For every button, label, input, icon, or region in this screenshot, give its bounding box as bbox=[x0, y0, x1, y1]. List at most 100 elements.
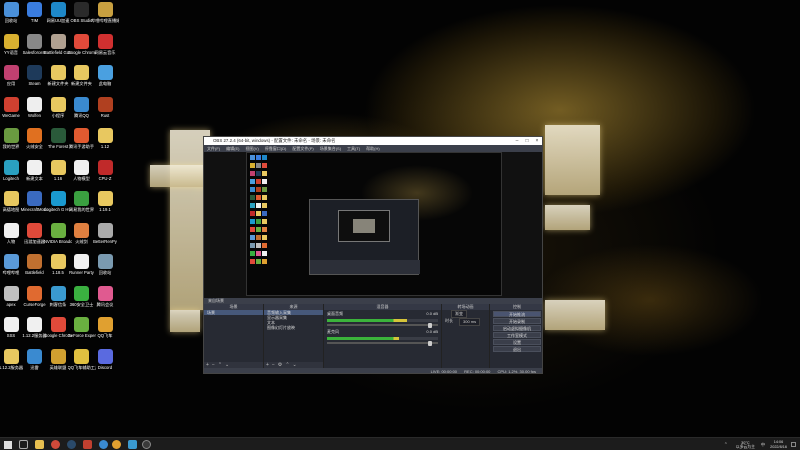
source-item[interactable]: 图像幻灯片放映 bbox=[264, 325, 323, 330]
desktop-icon[interactable]: 腾讯会议 bbox=[91, 285, 119, 307]
app-icon bbox=[3, 128, 19, 143]
app-icon bbox=[50, 254, 66, 269]
start-recording-button[interactable]: 开始录制 bbox=[493, 318, 541, 324]
obs-titlebar[interactable]: OBS 27.2.4 (64-bit, windows) - 配置文件: 未命名… bbox=[204, 137, 542, 145]
app-icon bbox=[27, 285, 42, 301]
nested-obs-preview bbox=[309, 199, 420, 275]
browser-icon[interactable] bbox=[128, 440, 137, 449]
preview-canvas[interactable] bbox=[246, 152, 502, 296]
desktop-icon[interactable]: 哔哩哔哩直播姬 bbox=[91, 2, 119, 23]
app-icon bbox=[50, 191, 66, 206]
desktop-icon-label: 1.19.1 bbox=[99, 207, 111, 212]
desktop-icon[interactable]: 回收站 bbox=[91, 254, 119, 275]
maximize-icon[interactable]: □ bbox=[522, 137, 532, 145]
app-icon bbox=[27, 96, 42, 112]
app-icon bbox=[97, 222, 113, 238]
volume-slider-knob[interactable] bbox=[428, 322, 433, 328]
desktop-icon-label: 回收站 bbox=[98, 270, 112, 275]
weather-widget[interactable]: 30°C 以多云为主 bbox=[736, 441, 755, 449]
volume-slider-knob[interactable] bbox=[428, 340, 433, 346]
menu-view[interactable]: 视图(V) bbox=[245, 145, 258, 152]
desktop-icon[interactable]: 1.19.1 bbox=[91, 191, 119, 212]
desktop-icon[interactable]: CPU-Z bbox=[91, 159, 119, 181]
app-icon bbox=[27, 33, 42, 49]
close-icon[interactable]: × bbox=[532, 137, 542, 145]
obs-taskbar-icon[interactable] bbox=[142, 440, 151, 449]
menu-file[interactable]: 文件(F) bbox=[207, 145, 220, 152]
exit-button[interactable]: 退出 bbox=[493, 346, 541, 352]
app-icon bbox=[97, 2, 113, 17]
menu-edit[interactable]: 编辑(E) bbox=[226, 145, 239, 152]
live-timer: LIVE: 00:00:00 bbox=[430, 369, 458, 374]
studio-mode-button[interactable]: 工作室模式 bbox=[493, 332, 541, 338]
clock-date: 2022/8/16 bbox=[770, 444, 787, 449]
wallpaper-glyph bbox=[545, 300, 605, 330]
volume-slider[interactable] bbox=[327, 340, 438, 346]
start-icon[interactable] bbox=[4, 440, 12, 449]
app-icon bbox=[27, 65, 42, 80]
desktop-icon[interactable]: Rust bbox=[91, 96, 119, 118]
desktop-icon[interactable]: 此电脑 bbox=[91, 65, 119, 86]
minimize-icon[interactable]: – bbox=[512, 137, 522, 145]
obs-window[interactable]: OBS 27.2.4 (64-bit, windows) - 配置文件: 未命名… bbox=[203, 136, 543, 374]
controls-dock: 控制 开始推流 开始录制 启动虚拟摄像机 工作室模式 设置 退出 bbox=[490, 304, 542, 368]
app-icon bbox=[74, 128, 89, 143]
desktop-icon-label: BetterRenPy bbox=[93, 238, 117, 244]
wegame-icon[interactable] bbox=[83, 440, 92, 449]
app-icon bbox=[74, 285, 89, 301]
menu-tools[interactable]: 工具(T) bbox=[347, 145, 360, 152]
ime-indicator[interactable]: 中 bbox=[761, 442, 765, 448]
desktop-icon-label: CPU-Z bbox=[98, 175, 112, 181]
qq-icon[interactable] bbox=[99, 440, 108, 449]
desktop-icon[interactable]: QQ飞车 bbox=[91, 317, 119, 338]
app-icon bbox=[74, 348, 89, 364]
desktop-icon[interactable]: Discord bbox=[91, 348, 119, 370]
app-icon bbox=[50, 222, 66, 238]
chrome-icon[interactable] bbox=[112, 440, 121, 449]
menu-profile[interactable]: 配置文件(P) bbox=[292, 145, 313, 152]
volume-meter bbox=[327, 319, 438, 322]
app-icon bbox=[97, 285, 113, 301]
volume-slider[interactable] bbox=[327, 322, 438, 328]
app-icon bbox=[50, 2, 66, 17]
app-icon bbox=[97, 96, 113, 112]
desktop-icon[interactable]: 1.12 bbox=[91, 128, 119, 149]
app-icon bbox=[74, 222, 89, 238]
app-icon bbox=[3, 33, 19, 49]
desktop-icon[interactable]: 网易云音乐 bbox=[91, 33, 119, 55]
task-view-icon[interactable] bbox=[19, 440, 28, 449]
duration-input[interactable]: 300 ms bbox=[459, 318, 481, 326]
menu-help[interactable]: 帮助(H) bbox=[366, 145, 380, 152]
transition-type-select[interactable]: 渐变 bbox=[451, 310, 467, 318]
app-icon bbox=[50, 128, 66, 143]
menu-docks[interactable]: 停靠窗口(D) bbox=[265, 145, 287, 152]
start-virtual-camera-button[interactable]: 启动虚拟摄像机 bbox=[493, 325, 541, 331]
menu-scene-collection[interactable]: 场景集合(S) bbox=[320, 145, 341, 152]
transitions-dock: 转场动画 渐变 时长 300 ms bbox=[442, 304, 490, 368]
desktop-icon[interactable]: BetterRenPy bbox=[91, 222, 119, 244]
app-icon bbox=[50, 65, 66, 80]
taskbar: ⌃ 30°C 以多云为主 中 14:06 2022/8/16 bbox=[0, 437, 800, 450]
app-icon bbox=[3, 254, 19, 269]
mixer-channel: 麦克风 0.0 dB bbox=[324, 328, 441, 346]
tray-overflow-icon[interactable]: ⌃ bbox=[724, 442, 728, 448]
app-icon bbox=[50, 348, 66, 364]
obs-preview[interactable] bbox=[204, 152, 542, 304]
current-scene-label: 来自场景 bbox=[208, 298, 224, 303]
weather-desc: 以多云为主 bbox=[735, 444, 755, 449]
clock[interactable]: 14:06 2022/8/16 bbox=[770, 440, 787, 449]
scene-item[interactable]: 场景 bbox=[204, 310, 263, 315]
app-icon bbox=[97, 317, 113, 332]
steam-icon[interactable] bbox=[67, 440, 76, 449]
chrome-icon[interactable] bbox=[51, 440, 60, 449]
obs-title: OBS 27.2.4 (64-bit, windows) - 配置文件: 未命名… bbox=[213, 138, 336, 143]
mirrored-desktop-icons bbox=[250, 155, 272, 267]
settings-button[interactable]: 设置 bbox=[493, 339, 541, 345]
file-explorer-icon[interactable] bbox=[35, 440, 44, 449]
wallpaper-glyph bbox=[170, 310, 200, 332]
obs-menubar: 文件(F) 编辑(E) 视图(V) 停靠窗口(D) 配置文件(P) 场景集合(S… bbox=[204, 145, 542, 152]
start-streaming-button[interactable]: 开始推流 bbox=[493, 311, 541, 317]
notification-icon[interactable] bbox=[791, 442, 796, 447]
app-icon bbox=[27, 2, 42, 17]
app-icon bbox=[97, 254, 113, 269]
